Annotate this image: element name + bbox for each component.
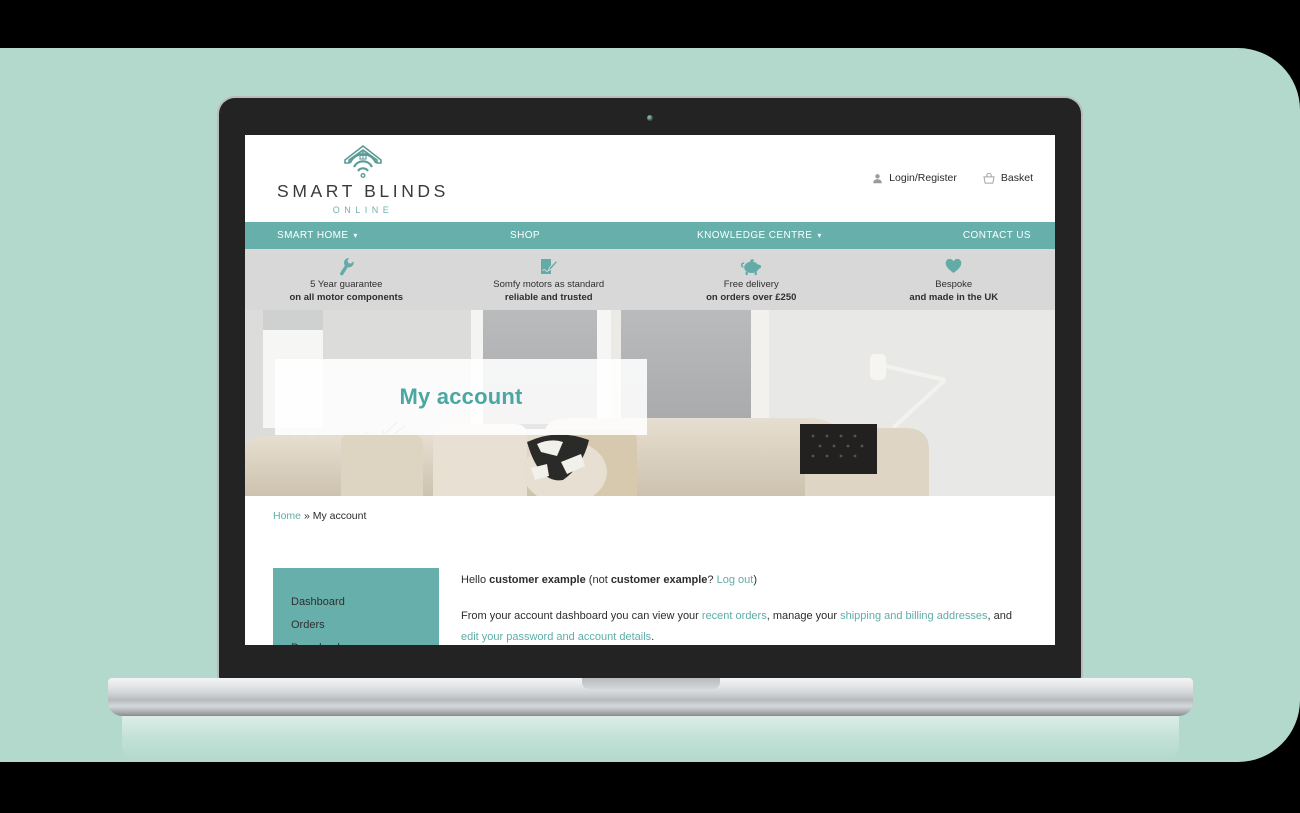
greeting-prefix: Hello <box>461 574 490 586</box>
dashboard-text-part-1: From your account dashboard you can view… <box>461 610 702 623</box>
usp-line-1: 5 Year guarantee <box>310 278 383 290</box>
signed-document-icon <box>448 257 651 276</box>
usp-line-2: reliable and trusted <box>504 291 593 303</box>
site-logo[interactable]: SMART BLINDS ONLINE <box>273 143 453 215</box>
log-out-link[interactable]: Log out <box>717 574 754 586</box>
user-icon <box>872 173 883 184</box>
breadcrumb-separator: » <box>303 510 310 522</box>
nav-item-contact-us[interactable]: CONTACT US <box>963 230 1031 241</box>
usp-free-delivery: Free delivery on orders over £250 <box>650 257 853 303</box>
account-sidebar-menu: Dashboard Orders Downloads <box>273 568 439 645</box>
nav-item-label: SMART HOME <box>277 230 349 241</box>
basket-link[interactable]: Basket <box>983 172 1033 184</box>
usp-line-1: Bespoke <box>935 278 973 290</box>
heart-icon <box>853 257 1056 276</box>
house-wifi-icon <box>273 143 453 179</box>
header-utility-links: Login/Register Basket <box>872 172 1033 184</box>
login-register-link[interactable]: Login/Register <box>872 172 957 184</box>
nav-item-label: SHOP <box>510 230 540 241</box>
recent-orders-link[interactable]: recent orders <box>702 610 767 622</box>
login-register-label: Login/Register <box>889 172 957 184</box>
usp-line-1: Somfy motors as standard <box>493 278 605 290</box>
breadcrumb: Home » My account <box>245 496 1055 522</box>
sidebar-item-orders[interactable]: Orders <box>291 613 439 636</box>
greeting-suffix: ) <box>753 574 757 586</box>
site-header: SMART BLINDS ONLINE Login/Register Baske… <box>245 135 1055 222</box>
nav-item-label: KNOWLEDGE CENTRE <box>697 230 813 241</box>
nav-item-label: CONTACT US <box>962 230 1031 241</box>
laptop-mockup: SMART BLINDS ONLINE Login/Register Baske… <box>0 0 1300 813</box>
sidebar-item-downloads[interactable]: Downloads <box>291 636 439 646</box>
usp-bespoke: Bespoke and made in the UK <box>853 257 1056 303</box>
laptop-base <box>108 678 1193 716</box>
logo-subtitle: ONLINE <box>332 205 394 215</box>
nav-item-knowledge-centre[interactable]: KNOWLEDGE CENTRE ▾ <box>697 230 822 241</box>
account-section: Dashboard Orders Downloads Hello custome… <box>245 568 1055 645</box>
webcam-icon <box>647 115 653 121</box>
page-title: My account <box>399 384 523 409</box>
main-navigation: SMART HOME ▾ SHOP KNOWLEDGE CENTRE ▾ CON… <box>245 222 1055 249</box>
basket-label: Basket <box>1000 172 1033 184</box>
chevron-down-icon: ▾ <box>817 230 822 240</box>
dashboard-text-part-4: . <box>651 630 655 643</box>
breadcrumb-home-link[interactable]: Home <box>273 510 301 522</box>
dashboard-text-part-3: , and <box>987 610 1012 623</box>
usp-bar: 5 Year guarantee on all motor components… <box>245 249 1055 310</box>
laptop-reflection <box>122 716 1179 762</box>
usp-line-2: and made in the UK <box>909 291 999 303</box>
addresses-link[interactable]: shipping and billing addresses <box>840 610 987 622</box>
usp-line-2: on all motor components <box>289 291 403 303</box>
greeting-question: ? <box>707 574 717 586</box>
account-dashboard-text: From your account dashboard you can view… <box>461 606 1027 645</box>
laptop-base-notch <box>581 678 720 689</box>
account-greeting: Hello customer example (not customer exa… <box>461 570 1027 590</box>
usp-line-1: Free delivery <box>723 278 779 290</box>
usp-somfy: Somfy motors as standard reliable and tr… <box>448 257 651 303</box>
logo-name: SMART BLINDS <box>277 181 449 201</box>
chevron-down-icon: ▾ <box>353 230 358 240</box>
usp-guarantee: 5 Year guarantee on all motor components <box>245 257 448 303</box>
account-main-content: Hello customer example (not customer exa… <box>439 568 1027 645</box>
breadcrumb-current: My account <box>312 510 367 522</box>
dashboard-text-part-2: , manage your <box>766 610 841 623</box>
hero-banner: My account <box>245 310 1055 496</box>
piggy-bank-icon <box>650 257 853 276</box>
greeting-customer-name: customer example <box>489 574 586 586</box>
usp-line-2: on orders over £250 <box>706 291 797 303</box>
sidebar-item-dashboard[interactable]: Dashboard <box>291 590 439 613</box>
greeting-mid: (not <box>585 574 611 586</box>
nav-item-shop[interactable]: SHOP <box>510 230 540 241</box>
browser-screen: SMART BLINDS ONLINE Login/Register Baske… <box>245 135 1055 645</box>
account-details-link[interactable]: edit your password and account details <box>461 631 651 643</box>
basket-icon <box>983 172 995 184</box>
greeting-customer-name-2: customer example <box>610 574 708 586</box>
wrench-icon <box>245 257 448 276</box>
nav-item-smart-home[interactable]: SMART HOME ▾ <box>277 230 358 241</box>
